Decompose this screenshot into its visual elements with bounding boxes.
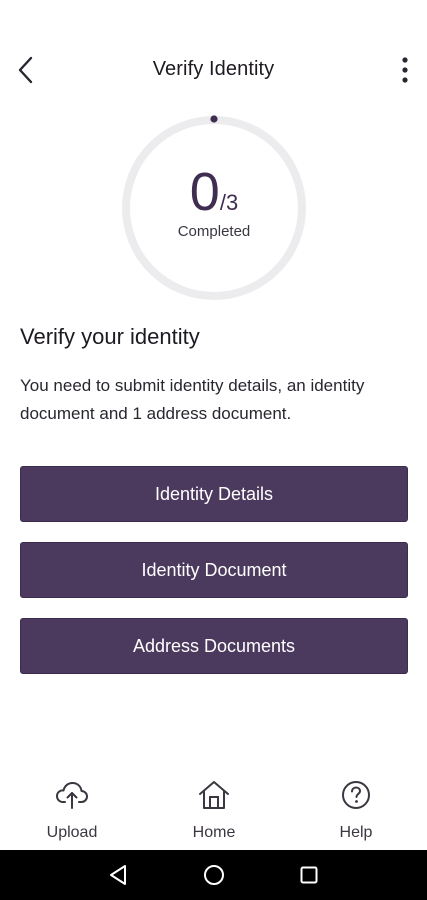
identity-details-button[interactable]: Identity Details	[20, 466, 408, 522]
circle-home-icon	[204, 865, 224, 885]
system-navigation-bar	[0, 850, 427, 900]
more-vertical-icon	[402, 57, 408, 83]
nav-help-label: Help	[339, 824, 373, 841]
section-description: You need to submit identity details, an …	[20, 376, 365, 423]
progress-count: 0/3	[118, 164, 310, 220]
more-options-button[interactable]	[391, 52, 419, 88]
progress-ring: 0/3 Completed	[118, 112, 310, 304]
app-header: Verify Identity	[0, 0, 427, 112]
completed-count: 0	[189, 162, 220, 222]
cloud-upload-icon	[56, 782, 88, 809]
system-back-button[interactable]	[106, 863, 130, 887]
help-circle-icon	[342, 781, 370, 809]
nav-home[interactable]: Home	[169, 778, 259, 844]
bottom-navigation: Upload Home Help	[0, 770, 427, 848]
progress-label: Completed	[177, 223, 251, 240]
home-icon	[199, 781, 229, 809]
progress-indicator-dot	[210, 115, 218, 123]
system-home-button[interactable]	[202, 863, 226, 887]
nav-upload[interactable]: Upload	[27, 778, 117, 844]
system-recents-button[interactable]	[297, 863, 321, 887]
address-documents-button[interactable]: Address Documents	[20, 618, 408, 674]
nav-home-label: Home	[192, 824, 236, 841]
nav-help[interactable]: Help	[311, 778, 401, 844]
page-title: Verify Identity	[152, 58, 275, 80]
identity-document-button[interactable]: Identity Document	[20, 542, 408, 598]
square-recents-icon	[300, 866, 318, 884]
section-title: Verify your identity	[20, 324, 200, 349]
nav-upload-label: Upload	[46, 824, 98, 841]
triangle-back-icon	[110, 865, 126, 885]
total-count: /3	[219, 190, 239, 215]
